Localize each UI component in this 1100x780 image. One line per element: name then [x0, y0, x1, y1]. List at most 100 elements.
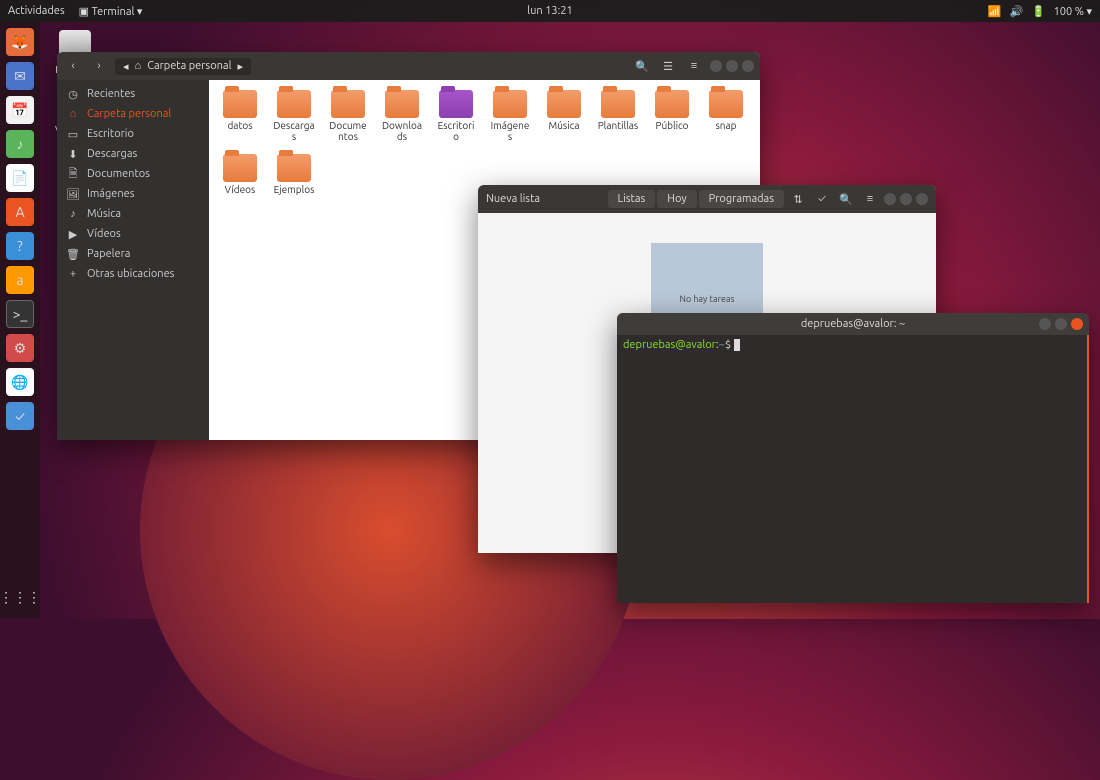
close-button[interactable]: [916, 193, 928, 205]
view-list-button[interactable]: ☰: [658, 56, 678, 76]
minimize-button[interactable]: [884, 193, 896, 205]
sidebar-item-label: Descargas: [87, 148, 137, 160]
tab-programadas[interactable]: Programadas: [699, 190, 784, 208]
dock-apps-grid[interactable]: ⋮⋮⋮: [6, 583, 34, 611]
dock-settings[interactable]: ⚙: [6, 334, 34, 362]
terminal-title: depruebas@avalor: ~: [801, 318, 905, 330]
sidebar-item-label: Documentos: [87, 168, 150, 180]
sidebar-item-descargas[interactable]: ⬇ Descargas: [57, 144, 209, 164]
folder-label: Imágenes: [489, 120, 531, 142]
close-button[interactable]: [1071, 318, 1083, 330]
sidebar-item-label: Carpeta personal: [87, 108, 171, 120]
path-up-icon[interactable]: ◂: [123, 60, 129, 73]
sidebar-item-otras-ubicaciones[interactable]: + Otras ubicaciones: [57, 264, 209, 284]
folder-icon: [277, 90, 311, 118]
dock-rhythmbox[interactable]: ♪: [6, 130, 34, 158]
folder-label: Música: [543, 120, 585, 131]
sort-icon[interactable]: ⇅: [788, 189, 808, 209]
minimize-button[interactable]: [1039, 318, 1051, 330]
home-icon: ⌂: [135, 60, 142, 72]
forward-button[interactable]: ›: [89, 56, 109, 76]
folder-documentos[interactable]: Documentos: [327, 90, 369, 142]
folder-icon: [331, 90, 365, 118]
folder-plantillas[interactable]: Plantillas: [597, 90, 639, 142]
folder-vídeos[interactable]: Vídeos: [219, 154, 261, 195]
dock: 🦊 ✉ 📅 ♪ 📄 A ? a >_ ⚙ 🌐 ✓ ⋮⋮⋮: [0, 22, 40, 619]
folder-icon: [655, 90, 689, 118]
maximize-button[interactable]: [726, 60, 738, 72]
sidebar-item-label: Imágenes: [87, 188, 135, 200]
activities-button[interactable]: Actividades: [8, 5, 65, 17]
maximize-button[interactable]: [900, 193, 912, 205]
folder-snap[interactable]: snap: [705, 90, 747, 142]
clock[interactable]: lun 13:21: [527, 5, 573, 17]
sidebar-item-label: Vídeos: [87, 228, 121, 240]
battery-percent[interactable]: 100 % ▾: [1054, 5, 1092, 18]
path-more-icon[interactable]: ▸: [237, 60, 243, 73]
sidebar-item-icon: 🗑: [67, 248, 79, 260]
sidebar-item-papelera[interactable]: 🗑 Papelera: [57, 244, 209, 264]
sidebar-item-vídeos[interactable]: ▶ Vídeos: [57, 224, 209, 244]
cursor: [734, 339, 740, 351]
folder-escritorio[interactable]: Escritorio: [435, 90, 477, 142]
battery-icon[interactable]: 🔋: [1032, 5, 1044, 17]
close-button[interactable]: [742, 60, 754, 72]
folder-ejemplos[interactable]: Ejemplos: [273, 154, 315, 195]
path-label: Carpeta personal: [147, 60, 231, 72]
dock-thunderbird[interactable]: ✉: [6, 62, 34, 90]
dock-terminal[interactable]: >_: [6, 300, 34, 328]
sidebar-item-documentos[interactable]: 🗎Documentos: [57, 164, 209, 184]
search-icon[interactable]: 🔍: [836, 189, 856, 209]
sidebar-item-icon: ⬇: [67, 148, 79, 160]
prompt-user: depruebas@avalor: [623, 339, 716, 351]
folder-label: Vídeos: [219, 184, 261, 195]
sidebar-item-imágenes[interactable]: 🖼Imágenes: [57, 184, 209, 204]
dock-calendar[interactable]: 📅: [6, 96, 34, 124]
dock-software[interactable]: A: [6, 198, 34, 226]
sidebar-item-música[interactable]: ♪Música: [57, 204, 209, 224]
appmenu-button[interactable]: ▣ Terminal ▾: [79, 5, 143, 18]
minimize-button[interactable]: [710, 60, 722, 72]
back-button[interactable]: ‹: [63, 56, 83, 76]
network-icon[interactable]: 📶: [988, 5, 1000, 17]
dock-amazon[interactable]: a: [6, 266, 34, 294]
sidebar-item-icon: ▶: [67, 228, 79, 240]
sidebar-item-label: Otras ubicaciones: [87, 268, 174, 280]
folder-label: snap: [705, 120, 747, 131]
sidebar-item-carpeta-personal[interactable]: ⌂Carpeta personal: [57, 104, 209, 124]
maximize-button[interactable]: [1055, 318, 1067, 330]
sidebar-item-escritorio[interactable]: ▭Escritorio: [57, 124, 209, 144]
folder-datos[interactable]: datos: [219, 90, 261, 142]
folder-icon: [493, 90, 527, 118]
folder-público[interactable]: Público: [651, 90, 693, 142]
folder-label: Documentos: [327, 120, 369, 142]
path-bar[interactable]: ◂ ⌂ Carpeta personal ▸: [115, 58, 251, 75]
menu-icon[interactable]: ≡: [860, 189, 880, 209]
folder-música[interactable]: Música: [543, 90, 585, 142]
tab-listas[interactable]: Listas: [608, 190, 656, 208]
folder-label: Público: [651, 120, 693, 131]
search-button[interactable]: 🔍: [632, 56, 652, 76]
dock-chrome[interactable]: 🌐: [6, 368, 34, 396]
folder-descargas[interactable]: Descargas: [273, 90, 315, 142]
terminal-window: depruebas@avalor: ~ depruebas@avalor:~$: [617, 313, 1089, 603]
sidebar-item-label: Papelera: [87, 248, 130, 260]
tab-hoy[interactable]: Hoy: [657, 190, 696, 208]
folder-icon: [709, 90, 743, 118]
sidebar-item-icon: +: [67, 268, 79, 280]
dock-help[interactable]: ?: [6, 232, 34, 260]
folder-label: datos: [219, 120, 261, 131]
volume-icon[interactable]: 🔊: [1010, 5, 1022, 17]
terminal-body[interactable]: depruebas@avalor:~$: [617, 335, 1089, 603]
folder-label: Descargas: [273, 120, 315, 142]
sidebar-item-recientes[interactable]: ◷Recientes: [57, 84, 209, 104]
dock-libreoffice[interactable]: 📄: [6, 164, 34, 192]
folder-downloads[interactable]: Downloads: [381, 90, 423, 142]
hamburger-button[interactable]: ≡: [684, 56, 704, 76]
dock-todo[interactable]: ✓: [6, 402, 34, 430]
check-icon[interactable]: ✓: [812, 189, 832, 209]
folder-imágenes[interactable]: Imágenes: [489, 90, 531, 142]
dock-firefox[interactable]: 🦊: [6, 28, 34, 56]
sidebar-item-icon: ▭: [67, 128, 79, 140]
files-sidebar: ◷Recientes⌂Carpeta personal▭Escritorio ⬇ D…: [57, 80, 209, 440]
